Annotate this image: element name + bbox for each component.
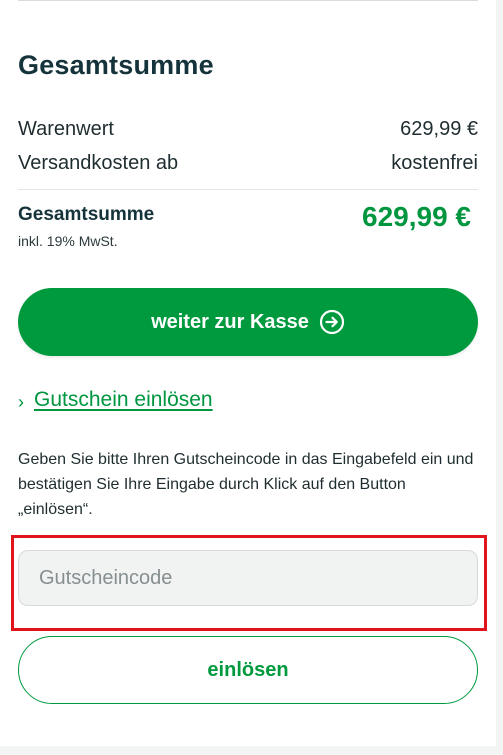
top-divider [18,0,478,1]
redeem-button[interactable]: einlösen [18,636,478,704]
shipping-cost-row: Versandkosten ab kostenfrei [18,152,478,175]
goods-value-label: Warenwert [18,118,114,140]
chevron-right-icon: › [18,391,24,412]
total-amount: 629,99 € [362,201,471,232]
summary-divider [18,189,478,190]
total-label: Gesamtsumme [18,204,155,225]
vat-note: inkl. 19% MwSt. [18,233,118,249]
arrow-right-circle-icon [319,309,345,335]
voucher-toggle-link[interactable]: › Gutschein einlösen [18,388,213,412]
summary-heading: Gesamtsumme [18,50,214,80]
voucher-toggle-label: Gutschein einlösen [34,388,213,411]
checkout-button[interactable]: weiter zur Kasse [18,288,478,356]
shipping-cost-value: kostenfrei [391,152,478,174]
goods-value-amount: 629,99 € [400,118,478,140]
checkout-button-label: weiter zur Kasse [151,310,309,333]
shipping-cost-label: Versandkosten ab [18,152,179,174]
voucher-code-input[interactable] [18,550,478,606]
order-summary-panel: Gesamtsumme Warenwert 629,99 € Versandko… [0,0,496,746]
voucher-instructions: Geben Sie bitte Ihren Gutscheincode in d… [18,451,474,518]
goods-value-row: Warenwert 629,99 € [18,118,478,141]
